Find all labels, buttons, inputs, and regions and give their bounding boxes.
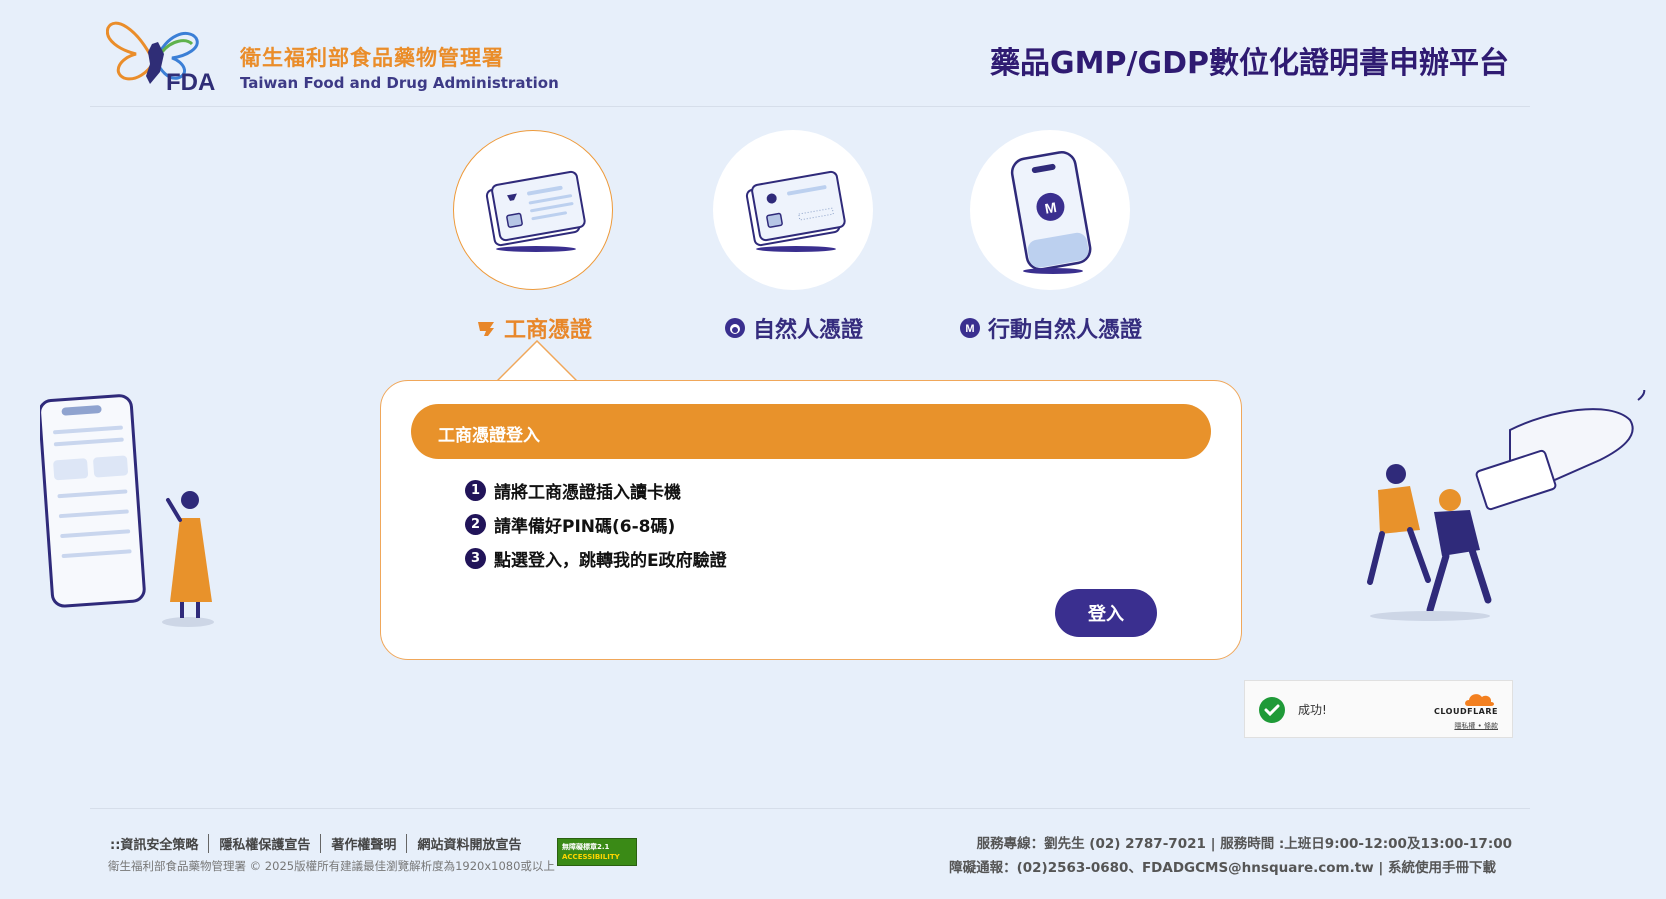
- copyright-text: 衛生福利部食品藥物管理署 © 2025版權所有建議最佳瀏覽解析度為1920x10…: [108, 859, 555, 873]
- woman-with-phone-illustration: [40, 394, 214, 627]
- login-card-title: 工商憑證登入: [438, 426, 540, 446]
- footer-link-security-policy[interactable]: ::資訊安全策略: [110, 834, 208, 853]
- mobile-citizen-certificate-phone-icon: M: [970, 130, 1130, 290]
- step-text: 請將工商憑證插入讀卡機: [494, 483, 681, 503]
- login-step: 2 請準備好PIN碼(6-8碼): [465, 512, 675, 537]
- footer-divider: [90, 808, 1530, 809]
- method-business-certificate[interactable]: 工商憑證: [423, 130, 643, 344]
- card-reader-illustration: [1367, 390, 1646, 621]
- login-card-header: 工商憑證登入: [411, 404, 1211, 459]
- method-mobile-citizen-certificate[interactable]: M M 行動自然人憑證: [940, 130, 1160, 344]
- step-text: 點選登入，跳轉我的E政府驗證: [494, 551, 727, 571]
- fda-logo[interactable]: FDA 衛生福利部食品藥物管理署 Taiwan Food and Drug Ad…: [106, 14, 559, 96]
- cloudflare-cloud-icon: [1465, 694, 1494, 706]
- header-divider: [90, 106, 1530, 107]
- method-citizen-certificate[interactable]: 自然人憑證: [683, 130, 903, 344]
- step-number: 1: [465, 480, 486, 501]
- login-step: 1 請將工商憑證插入讀卡機: [465, 478, 681, 503]
- accessibility-badge-title: 無障礙標章2.1: [562, 843, 610, 851]
- accessibility-badge-subtitle: ACCESSIBILITY: [562, 853, 620, 861]
- captcha-status: 成功!: [1298, 703, 1327, 717]
- citizen-logo-icon: [724, 318, 745, 338]
- footer-link-privacy[interactable]: 隱私權保護宣告: [208, 834, 320, 853]
- card-pointer: [497, 340, 577, 382]
- login-button[interactable]: 登入: [1055, 589, 1157, 637]
- success-check-icon: [1259, 697, 1285, 723]
- footer-link-copyright[interactable]: 著作權聲明: [320, 834, 406, 853]
- accessibility-badge[interactable]: 無障礙標章2.1 ACCESSIBILITY: [557, 838, 637, 866]
- captcha-widget[interactable]: 成功! CLOUDFLARE 隱私權 • 條款: [1244, 680, 1513, 738]
- method-label-text: 行動自然人憑證: [987, 318, 1142, 343]
- login-card: 工商憑證登入 1 請將工商憑證插入讀卡機 2 請準備好PIN碼(6-8碼) 3 …: [380, 380, 1242, 660]
- step-number: 3: [465, 548, 486, 569]
- method-label-text: 自然人憑證: [752, 318, 863, 343]
- login-step: 3 點選登入，跳轉我的E政府驗證: [465, 546, 727, 571]
- contact-info[interactable]: 障礙通報：(02)2563-0680、FDADGCMS@hnsquare.com…: [949, 856, 1496, 876]
- step-number: 2: [465, 514, 486, 535]
- org-name-zh: 衛生福利部食品藥物管理署: [240, 46, 504, 70]
- step-text: 請準備好PIN碼(6-8碼): [494, 517, 676, 537]
- cloudflare-brand: CLOUDFLARE: [1434, 707, 1498, 716]
- business-certificate-card-icon: [453, 130, 613, 290]
- mobile-citizen-logo-icon: M: [959, 318, 980, 338]
- svg-text:M: M: [965, 323, 974, 335]
- service-hotline: 服務專線：劉先生 (02) 2787-7021 | 服務時間 :上班日9:00-…: [976, 836, 1512, 852]
- fda-logo-text: FDA: [166, 69, 215, 96]
- org-name-en: Taiwan Food and Drug Administration: [240, 74, 559, 92]
- method-label: 自然人憑證: [683, 312, 903, 344]
- butterfly-logo-icon: FDA: [106, 21, 215, 96]
- captcha-links[interactable]: 隱私權 • 條款: [1454, 721, 1498, 731]
- footer-link-open-data[interactable]: 網站資料開放宣告: [406, 834, 531, 853]
- citizen-certificate-card-icon: [713, 130, 873, 290]
- business-logo-icon: [477, 322, 494, 336]
- platform-title: 藥品GMP/GDP數位化證明書申辦平台: [990, 46, 1509, 81]
- method-label: M 行動自然人憑證: [940, 312, 1160, 344]
- footer-links: ::資訊安全策略 隱私權保護宣告 著作權聲明 網站資料開放宣告: [110, 834, 531, 853]
